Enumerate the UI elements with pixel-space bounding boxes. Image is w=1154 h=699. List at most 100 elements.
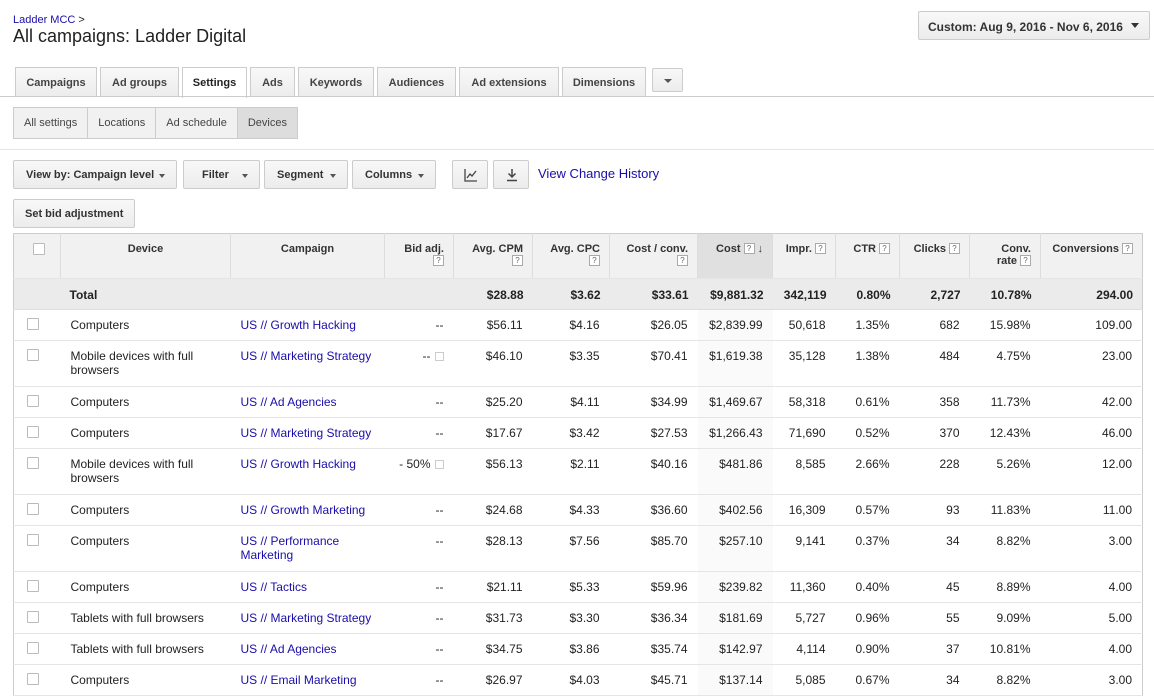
tab-campaigns[interactable]: Campaigns [15,67,97,97]
help-icon[interactable]: ? [815,243,826,254]
bid-adj-cell[interactable]: -- [384,386,454,418]
tab-settings[interactable]: Settings [182,67,247,98]
row-checkbox-cell [13,571,61,603]
campaign-link[interactable]: US // Performance Marketing [230,525,385,572]
col-avg-cpc[interactable]: Avg. CPC? [532,233,610,279]
edit-bid-icon[interactable] [434,460,444,469]
bid-adj-cell[interactable]: -- [384,602,454,634]
campaign-link[interactable]: US // Growth Hacking [230,448,385,495]
campaign-link[interactable]: US // Marketing Strategy [230,417,385,449]
col-ctr-label: CTR [853,243,876,255]
col-ctr[interactable]: CTR? [835,233,900,279]
date-range-selector[interactable]: Custom: Aug 9, 2016 - Nov 6, 2016 [918,11,1150,40]
col-clicks[interactable]: Clicks? [899,233,970,279]
bid-adj-cell[interactable]: -- [384,571,454,603]
clicks-cell: 370 [899,417,970,449]
total-row: Total $28.88 $3.62 $33.61 $9,881.32 342,… [13,278,1143,310]
help-icon[interactable]: ? [1020,255,1031,266]
conv-rate-cell: 11.73% [969,386,1041,418]
download-button[interactable] [493,160,529,189]
avg-cpc-cell: $4.16 [532,309,610,341]
tab-dimensions[interactable]: Dimensions [562,67,646,97]
campaign-link[interactable]: US // Growth Hacking [230,309,385,341]
columns-dropdown[interactable]: Columns [352,160,436,189]
conversions-cell: 46.00 [1040,417,1143,449]
breadcrumb[interactable]: Ladder MCC > [13,14,85,26]
row-checkbox[interactable] [27,457,39,469]
breadcrumb-link[interactable]: Ladder MCC [13,14,75,26]
bid-adj-cell[interactable]: -- [384,417,454,449]
tab-ad-groups[interactable]: Ad groups [100,67,179,97]
device-cell: Mobile devices with full browsers [60,340,231,387]
avg-cpm-cell: $34.75 [453,633,533,665]
chart-toggle-button[interactable] [452,160,488,189]
help-icon[interactable]: ? [433,255,444,266]
row-checkbox[interactable] [27,580,39,592]
conversions-cell: 109.00 [1040,309,1143,341]
row-checkbox[interactable] [27,426,39,438]
bid-adj-cell[interactable]: -- [384,664,454,696]
bid-adj-cell[interactable]: - 50% [384,448,454,495]
total-avg-cpm: $28.88 [453,278,533,310]
conversions-cell: 5.00 [1040,602,1143,634]
campaign-link[interactable]: US // Marketing Strategy [230,602,385,634]
subtab-locations[interactable]: Locations [88,108,157,138]
more-tabs-button[interactable] [652,68,683,92]
col-conversions[interactable]: Conversions? [1040,233,1143,279]
bid-adj-cell[interactable]: -- [384,525,454,572]
col-device[interactable]: Device [60,233,231,279]
col-cost[interactable]: Cost? ↓ [697,233,773,279]
row-checkbox[interactable] [27,349,39,361]
row-checkbox[interactable] [27,503,39,515]
campaign-link[interactable]: US // Email Marketing [230,664,385,696]
conv-rate-cell: 15.98% [969,309,1041,341]
set-bid-adjustment-button[interactable]: Set bid adjustment [13,199,135,228]
table-row: Tablets with full browsers US // Ad Agenc… [13,633,1143,665]
select-all-checkbox[interactable] [33,243,45,255]
conversions-cell: 3.00 [1040,664,1143,696]
subtab-devices[interactable]: Devices [237,108,297,138]
campaign-link[interactable]: US // Ad Agencies [230,633,385,665]
bid-adj-cell[interactable]: -- [384,494,454,526]
filter-dropdown[interactable]: Filter [183,160,260,189]
campaign-link[interactable]: US // Growth Marketing [230,494,385,526]
row-checkbox[interactable] [27,395,39,407]
col-impr[interactable]: Impr.? [772,233,836,279]
tab-audiences[interactable]: Audiences [377,67,456,97]
row-checkbox[interactable] [27,673,39,685]
conversions-cell: 3.00 [1040,525,1143,572]
caret-down-icon [159,174,165,178]
col-cost-conv[interactable]: Cost / conv.? [609,233,698,279]
row-checkbox[interactable] [27,642,39,654]
col-campaign[interactable]: Campaign [230,233,385,279]
segment-dropdown[interactable]: Segment [264,160,348,189]
campaign-link[interactable]: US // Tactics [230,571,385,603]
row-checkbox[interactable] [27,611,39,623]
help-icon[interactable]: ? [589,255,600,266]
col-bid-adj[interactable]: Bid adj.? [384,233,454,279]
tab-keywords[interactable]: Keywords [298,67,374,97]
help-icon[interactable]: ? [743,243,755,254]
campaign-link[interactable]: US // Marketing Strategy [230,340,385,387]
tab-ads[interactable]: Ads [250,67,295,97]
campaign-link[interactable]: US // Ad Agencies [230,386,385,418]
row-checkbox[interactable] [27,534,39,546]
bid-adj-cell[interactable]: -- [384,309,454,341]
bid-adj-cell[interactable]: -- [384,633,454,665]
row-checkbox[interactable] [27,318,39,330]
col-conv-rate[interactable]: Conv. rate? [969,233,1041,279]
subtab-ad-schedule[interactable]: Ad schedule [156,108,238,138]
col-avg-cpm[interactable]: Avg. CPM? [453,233,533,279]
subtab-all-settings[interactable]: All settings [14,108,89,138]
help-icon[interactable]: ? [677,255,688,266]
help-icon[interactable]: ? [512,255,523,266]
bid-adj-cell[interactable]: -- [384,340,454,387]
help-icon[interactable]: ? [949,243,960,254]
help-icon[interactable]: ? [879,243,890,254]
view-change-history-link[interactable]: View Change History [538,166,659,181]
edit-bid-icon[interactable] [434,352,444,361]
tab-ad-extensions[interactable]: Ad extensions [459,67,559,97]
help-icon[interactable]: ? [1122,243,1133,254]
view-by-dropdown[interactable]: View by: Campaign level [13,160,177,189]
cost-conv-cell: $26.05 [609,309,698,341]
